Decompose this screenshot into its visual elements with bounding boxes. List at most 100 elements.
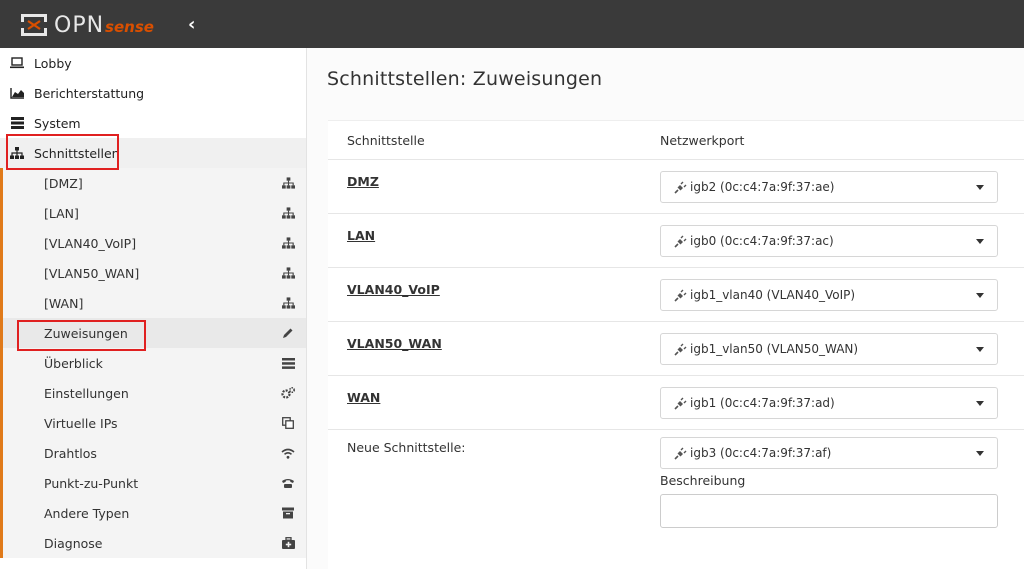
chevron-down-icon — [976, 346, 984, 352]
interface-link-vlan50-wan[interactable]: VLAN50_WAN — [347, 336, 442, 351]
sidebar-subitem-ueberblick[interactable]: Überblick — [0, 348, 306, 378]
port-select-value: igb0 (0c:c4:7a:9f:37:ac) — [690, 234, 834, 248]
new-interface-label: Neue Schnittstelle: — [347, 440, 466, 455]
sidebar-subitem-label: [VLAN40_VoIP] — [44, 235, 137, 251]
table-row: WAN igb1 (0c:c4:7a:9f:37:ad) — [328, 375, 1024, 429]
cogs-icon — [280, 385, 296, 401]
chevron-down-icon — [976, 450, 984, 456]
medkit-icon — [280, 535, 296, 551]
sidebar-subitem-wan[interactable]: [WAN] — [0, 288, 306, 318]
description-input[interactable] — [660, 494, 998, 528]
plug-icon — [674, 447, 687, 460]
chevron-down-icon — [976, 238, 984, 244]
port-select-lan[interactable]: igb0 (0c:c4:7a:9f:37:ac) — [660, 225, 998, 257]
sidebar-subitem-label: [VLAN50_WAN] — [44, 265, 140, 281]
sidebar-subitem-vlan50-wan[interactable]: [VLAN50_WAN] — [0, 258, 306, 288]
interface-link-wan[interactable]: WAN — [347, 390, 380, 405]
plug-icon — [674, 397, 687, 410]
sidebar-subitem-einstellungen[interactable]: Einstellungen — [0, 378, 306, 408]
sidebar-item-system[interactable]: System — [0, 108, 306, 138]
table-row: DMZ igb2 (0c:c4:7a:9f:37:ae) — [328, 159, 1024, 213]
plug-icon — [674, 181, 687, 194]
table-row: VLAN50_WAN igb1_vlan50 (VLAN50_WAN) — [328, 321, 1024, 375]
port-select-value: igb3 (0c:c4:7a:9f:37:af) — [690, 446, 832, 460]
sidebar-item-lobby[interactable]: Lobby — [0, 48, 306, 78]
port-select-value: igb1_vlan40 (VLAN40_VoIP) — [690, 288, 856, 302]
sitemap-icon — [280, 265, 296, 281]
plug-icon — [674, 289, 687, 302]
sidebar-subitem-label: Drahtlos — [44, 445, 97, 461]
sidebar-subitem-drahtlos[interactable]: Drahtlos — [0, 438, 306, 468]
chevron-down-icon — [976, 292, 984, 298]
table-row: LAN igb0 (0c:c4:7a:9f:37:ac) — [328, 213, 1024, 267]
sidebar-subitem-virtuelle-ips[interactable]: Virtuelle IPs — [0, 408, 306, 438]
clone-icon — [280, 415, 296, 431]
column-header-port: Netzwerkport — [660, 133, 745, 148]
sidebar-subitem-lan[interactable]: [LAN] — [0, 198, 306, 228]
plug-icon — [674, 343, 687, 356]
sidebar-item-label: System — [34, 115, 81, 131]
port-select-value: igb1 (0c:c4:7a:9f:37:ad) — [690, 396, 835, 410]
sidebar-subitem-label: Überblick — [44, 355, 103, 371]
phone-icon — [280, 475, 296, 491]
sitemap-icon — [280, 205, 296, 221]
description-label: Beschreibung — [660, 473, 746, 488]
interface-link-vlan40-voip[interactable]: VLAN40_VoIP — [347, 282, 440, 297]
sidebar-item-label: Schnittstellen — [34, 145, 120, 161]
laptop-icon — [9, 55, 25, 71]
assignments-panel: Schnittstelle Netzwerkport DMZ igb2 (0c:… — [328, 120, 1024, 569]
main-content: Schnittstellen: Zuweisungen Schnittstell… — [308, 48, 1024, 569]
sidebar-item-label: Lobby — [34, 55, 72, 71]
sidebar-item-berichterstattung[interactable]: Berichterstattung — [0, 78, 306, 108]
logo-text: OPN — [54, 12, 105, 38]
logo-suffix: sense — [105, 18, 154, 36]
sidebar-item-label: Berichterstattung — [34, 85, 145, 101]
plug-icon — [674, 235, 687, 248]
sidebar-subitem-label: Andere Typen — [44, 505, 130, 521]
port-select-value: igb1_vlan50 (VLAN50_WAN) — [690, 342, 859, 356]
logo-mark-icon — [21, 14, 47, 36]
sidebar-subitem-label: Zuweisungen — [44, 325, 128, 341]
sidebar-subitem-label: Virtuelle IPs — [44, 415, 118, 431]
sidebar-subitem-label: [LAN] — [44, 205, 79, 221]
new-interface-row: Neue Schnittstelle: igb3 (0c:c4:7a:9f:37… — [328, 429, 1024, 549]
opnsense-logo[interactable]: OPN sense — [20, 12, 154, 38]
sidebar-subitem-punkt-zu-punkt[interactable]: Punkt-zu-Punkt — [0, 468, 306, 498]
sidebar-item-schnittstellen[interactable]: Schnittstellen — [0, 138, 306, 168]
list-icon — [280, 355, 296, 371]
page-title: Schnittstellen: Zuweisungen — [327, 68, 603, 90]
top-bar: OPN sense ‹ — [0, 0, 1024, 48]
sidebar-subitem-andere-typen[interactable]: Andere Typen — [0, 498, 306, 528]
pencil-icon — [280, 325, 296, 341]
wifi-icon — [280, 445, 296, 461]
sidebar-subitem-label: Diagnose — [44, 535, 103, 551]
chevron-down-icon — [976, 400, 984, 406]
interface-link-lan[interactable]: LAN — [347, 228, 375, 243]
sitemap-icon — [280, 175, 296, 191]
sidebar-subitem-label: Punkt-zu-Punkt — [44, 475, 139, 491]
archive-icon — [280, 505, 296, 521]
sitemap-icon — [9, 145, 25, 161]
port-select-wan[interactable]: igb1 (0c:c4:7a:9f:37:ad) — [660, 387, 998, 419]
collapse-sidebar-button[interactable]: ‹ — [188, 14, 195, 35]
sidebar-subitem-vlan40-voip[interactable]: [VLAN40_VoIP] — [0, 228, 306, 258]
sidebar-subitem-diagnose[interactable]: Diagnose — [0, 528, 306, 558]
sidebar-subitem-label: [DMZ] — [44, 175, 83, 191]
port-select-dmz[interactable]: igb2 (0c:c4:7a:9f:37:ae) — [660, 171, 998, 203]
column-header-interface: Schnittstelle — [347, 133, 425, 148]
sidebar-subitem-zuweisungen[interactable]: Zuweisungen — [0, 318, 306, 348]
server-icon — [9, 115, 25, 131]
port-select-new-interface[interactable]: igb3 (0c:c4:7a:9f:37:af) — [660, 437, 998, 469]
port-select-vlan50-wan[interactable]: igb1_vlan50 (VLAN50_WAN) — [660, 333, 998, 365]
port-select-vlan40-voip[interactable]: igb1_vlan40 (VLAN40_VoIP) — [660, 279, 998, 311]
sidebar-subitem-label: Einstellungen — [44, 385, 129, 401]
sitemap-icon — [280, 295, 296, 311]
sitemap-icon — [280, 235, 296, 251]
sidebar-subitem-dmz[interactable]: [DMZ] — [0, 168, 306, 198]
interface-link-dmz[interactable]: DMZ — [347, 174, 379, 189]
area-chart-icon — [9, 85, 25, 101]
port-select-value: igb2 (0c:c4:7a:9f:37:ae) — [690, 180, 835, 194]
chevron-down-icon — [976, 184, 984, 190]
table-row: VLAN40_VoIP igb1_vlan40 (VLAN40_VoIP) — [328, 267, 1024, 321]
sidebar: Lobby Berichterstattung System Schnittst… — [0, 48, 307, 569]
